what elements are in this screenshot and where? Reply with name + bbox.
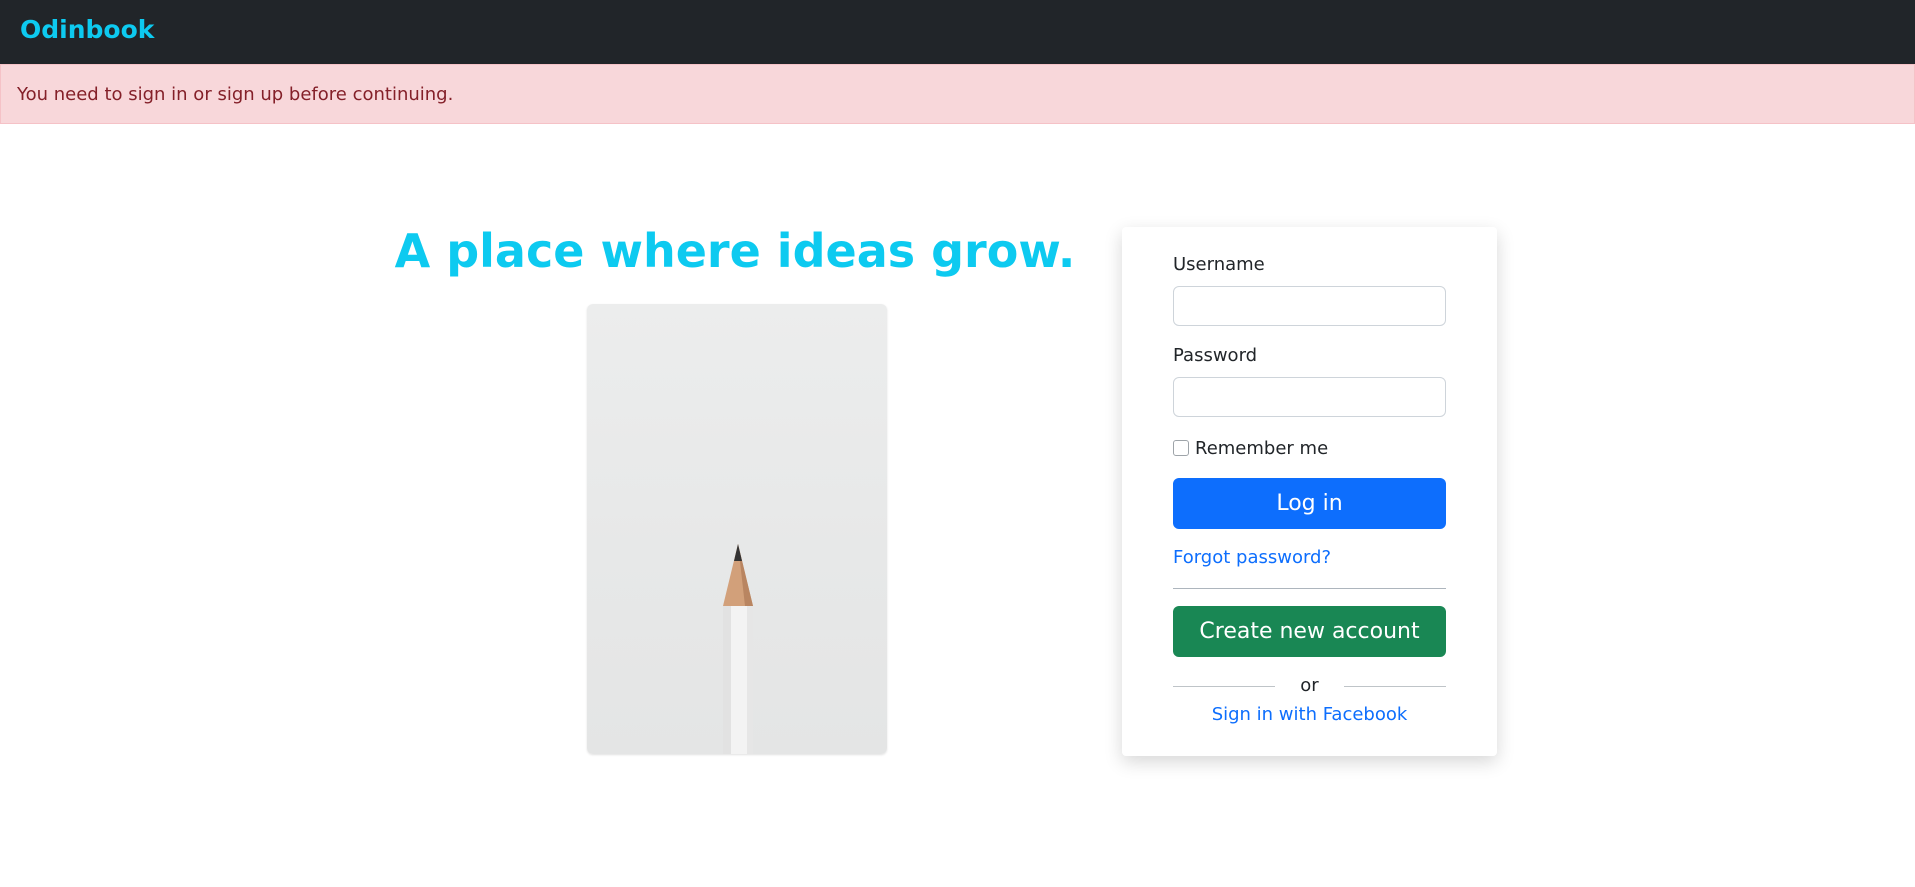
hero-tagline: A place where ideas grow. xyxy=(394,224,1076,278)
password-label: Password xyxy=(1173,345,1258,366)
facebook-signin-link[interactable]: Sign in with Facebook xyxy=(1173,704,1446,725)
remember-me-label[interactable]: Remember me xyxy=(1195,438,1328,459)
forgot-password-link[interactable]: Forgot password? xyxy=(1173,547,1331,568)
or-separator: or xyxy=(1173,674,1446,698)
pencil-icon xyxy=(723,544,753,754)
pencil-photo xyxy=(587,304,887,754)
or-line-right xyxy=(1344,686,1446,687)
username-input[interactable] xyxy=(1173,286,1446,326)
flash-alert: You need to sign in or sign up before co… xyxy=(0,64,1915,124)
login-button[interactable]: Log in xyxy=(1173,478,1446,529)
create-account-button[interactable]: Create new account xyxy=(1173,606,1446,657)
login-card: Username Password Remember me Log in For… xyxy=(1122,227,1497,756)
divider xyxy=(1173,588,1446,589)
remember-me-row: Remember me xyxy=(1173,437,1328,459)
password-input[interactable] xyxy=(1173,377,1446,417)
brand-logo-link[interactable]: Odinbook xyxy=(20,15,154,44)
remember-me-checkbox[interactable] xyxy=(1173,440,1189,456)
navbar: Odinbook xyxy=(0,0,1915,64)
alert-message: You need to sign in or sign up before co… xyxy=(17,84,454,105)
username-label: Username xyxy=(1173,254,1265,275)
